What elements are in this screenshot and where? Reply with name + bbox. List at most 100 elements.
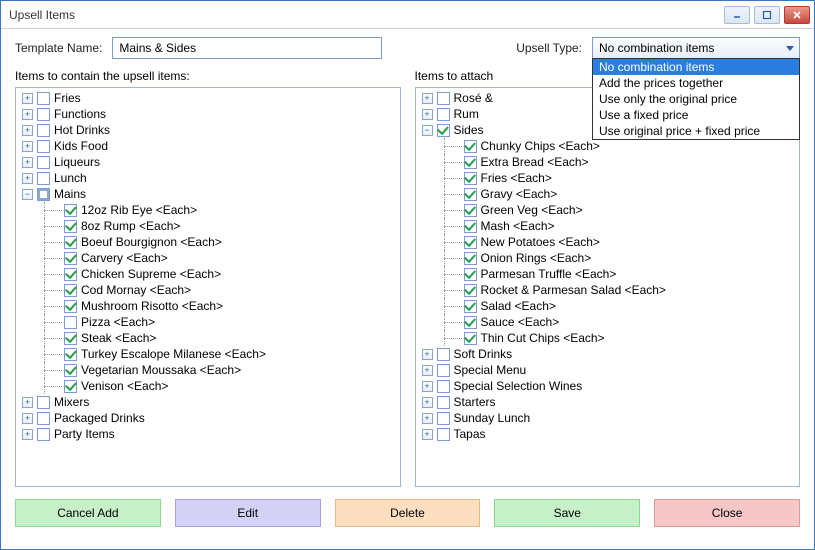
checkbox[interactable] [437, 124, 450, 137]
checkbox[interactable] [64, 380, 77, 393]
tree-child-node[interactable]: Parmesan Truffle <Each> [416, 266, 800, 282]
maximize-button[interactable] [754, 6, 780, 24]
tree-child-node[interactable]: Boeuf Bourgignon <Each> [16, 234, 400, 250]
checkbox[interactable] [37, 188, 50, 201]
left-tree[interactable]: +Fries+Functions+Hot Drinks+Kids Food+Li… [15, 87, 401, 487]
checkbox[interactable] [37, 172, 50, 185]
close-button[interactable]: Close [654, 499, 800, 527]
checkbox[interactable] [37, 140, 50, 153]
expand-icon[interactable]: + [422, 349, 433, 360]
checkbox[interactable] [64, 252, 77, 265]
tree-node[interactable]: +Special Selection Wines [416, 378, 800, 394]
checkbox[interactable] [64, 236, 77, 249]
tree-child-node[interactable]: Green Veg <Each> [416, 202, 800, 218]
tree-child-node[interactable]: Extra Bread <Each> [416, 154, 800, 170]
checkbox[interactable] [464, 332, 477, 345]
template-name-input[interactable] [112, 37, 382, 59]
tree-child-node[interactable]: Carvery <Each> [16, 250, 400, 266]
right-tree[interactable]: +Rosé &+Rum−SidesChunky Chips <Each>Extr… [415, 87, 801, 487]
tree-node[interactable]: +Functions [16, 106, 400, 122]
checkbox[interactable] [437, 396, 450, 409]
checkbox[interactable] [64, 348, 77, 361]
tree-child-node[interactable]: Rocket & Parmesan Salad <Each> [416, 282, 800, 298]
checkbox[interactable] [437, 108, 450, 121]
tree-node[interactable]: −Mains [16, 186, 400, 202]
expand-icon[interactable]: + [422, 365, 433, 376]
expand-icon[interactable]: + [22, 125, 33, 136]
checkbox[interactable] [64, 268, 77, 281]
tree-node[interactable]: +Kids Food [16, 138, 400, 154]
upsell-type-option[interactable]: Use original price + fixed price [593, 123, 799, 139]
tree-child-node[interactable]: Chicken Supreme <Each> [16, 266, 400, 282]
checkbox[interactable] [437, 92, 450, 105]
tree-node[interactable]: +Tapas [416, 426, 800, 442]
tree-child-node[interactable]: Onion Rings <Each> [416, 250, 800, 266]
collapse-icon[interactable]: − [422, 125, 433, 136]
close-window-button[interactable] [784, 6, 810, 24]
checkbox[interactable] [64, 332, 77, 345]
checkbox[interactable] [64, 220, 77, 233]
upsell-type-option[interactable]: No combination items [593, 59, 799, 75]
checkbox[interactable] [464, 268, 477, 281]
checkbox[interactable] [464, 284, 477, 297]
checkbox[interactable] [64, 300, 77, 313]
upsell-type-option[interactable]: Use only the original price [593, 91, 799, 107]
checkbox[interactable] [464, 300, 477, 313]
checkbox[interactable] [464, 316, 477, 329]
checkbox[interactable] [64, 364, 77, 377]
checkbox[interactable] [464, 252, 477, 265]
save-button[interactable]: Save [494, 499, 640, 527]
expand-icon[interactable]: + [422, 397, 433, 408]
tree-node[interactable]: +Special Menu [416, 362, 800, 378]
upsell-type-option[interactable]: Use a fixed price [593, 107, 799, 123]
expand-icon[interactable]: + [22, 93, 33, 104]
expand-icon[interactable]: + [22, 173, 33, 184]
tree-child-node[interactable]: Sauce <Each> [416, 314, 800, 330]
expand-icon[interactable]: + [22, 397, 33, 408]
tree-child-node[interactable]: Mushroom Risotto <Each> [16, 298, 400, 314]
expand-icon[interactable]: + [22, 429, 33, 440]
tree-child-node[interactable]: Cod Mornay <Each> [16, 282, 400, 298]
checkbox[interactable] [64, 204, 77, 217]
tree-child-node[interactable]: Chunky Chips <Each> [416, 138, 800, 154]
expand-icon[interactable]: + [422, 109, 433, 120]
tree-child-node[interactable]: Steak <Each> [16, 330, 400, 346]
checkbox[interactable] [437, 412, 450, 425]
checkbox[interactable] [37, 396, 50, 409]
checkbox[interactable] [464, 188, 477, 201]
tree-node[interactable]: +Liqueurs [16, 154, 400, 170]
checkbox[interactable] [37, 156, 50, 169]
upsell-type-select[interactable]: No combination items [592, 37, 800, 59]
expand-icon[interactable]: + [22, 109, 33, 120]
tree-node[interactable]: +Lunch [16, 170, 400, 186]
checkbox[interactable] [437, 380, 450, 393]
expand-icon[interactable]: + [422, 93, 433, 104]
tree-node[interactable]: +Sunday Lunch [416, 410, 800, 426]
tree-child-node[interactable]: Gravy <Each> [416, 186, 800, 202]
tree-child-node[interactable]: Venison <Each> [16, 378, 400, 394]
tree-child-node[interactable]: Mash <Each> [416, 218, 800, 234]
tree-node[interactable]: +Hot Drinks [16, 122, 400, 138]
checkbox[interactable] [437, 348, 450, 361]
tree-child-node[interactable]: New Potatoes <Each> [416, 234, 800, 250]
tree-child-node[interactable]: Salad <Each> [416, 298, 800, 314]
tree-child-node[interactable]: Vegetarian Moussaka <Each> [16, 362, 400, 378]
tree-child-node[interactable]: Thin Cut Chips <Each> [416, 330, 800, 346]
checkbox[interactable] [464, 140, 477, 153]
checkbox[interactable] [37, 92, 50, 105]
tree-child-node[interactable]: Fries <Each> [416, 170, 800, 186]
tree-node[interactable]: +Soft Drinks [416, 346, 800, 362]
minimize-button[interactable] [724, 6, 750, 24]
checkbox[interactable] [464, 172, 477, 185]
expand-icon[interactable]: + [422, 381, 433, 392]
checkbox[interactable] [464, 156, 477, 169]
expand-icon[interactable]: + [22, 157, 33, 168]
tree-child-node[interactable]: Pizza <Each> [16, 314, 400, 330]
tree-child-node[interactable]: 8oz Rump <Each> [16, 218, 400, 234]
tree-node[interactable]: +Party Items [16, 426, 400, 442]
expand-icon[interactable]: + [422, 429, 433, 440]
delete-button[interactable]: Delete [335, 499, 481, 527]
expand-icon[interactable]: + [22, 413, 33, 424]
collapse-icon[interactable]: − [22, 189, 33, 200]
cancel-add-button[interactable]: Cancel Add [15, 499, 161, 527]
